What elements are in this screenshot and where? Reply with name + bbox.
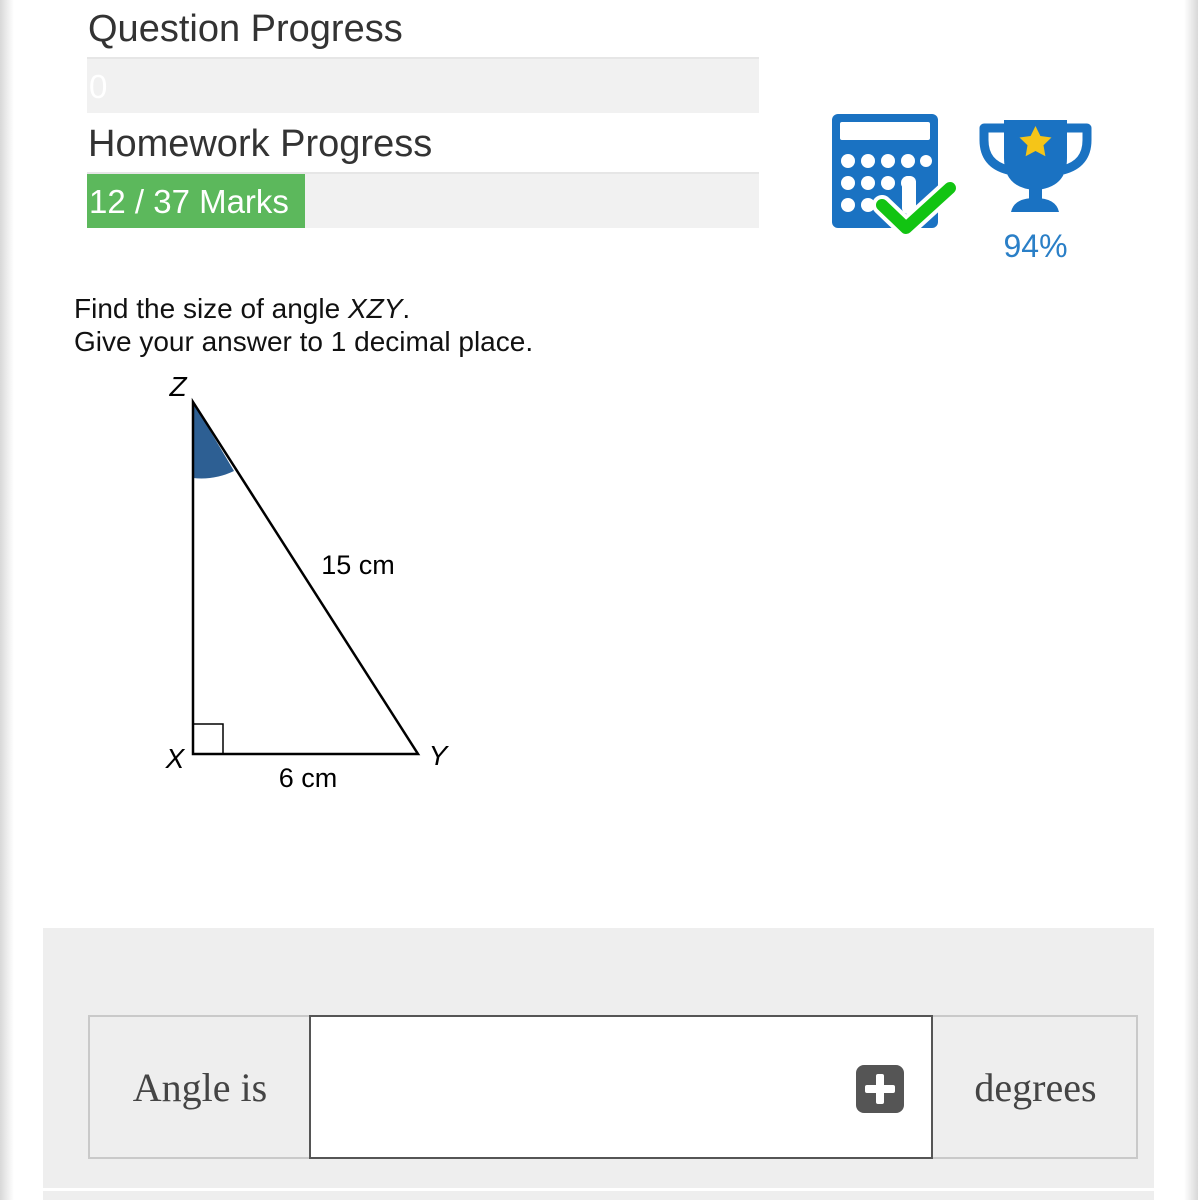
angle-answer-input[interactable]: [321, 1027, 845, 1147]
right-angle-marker: [193, 723, 224, 754]
trophy-star-icon: [979, 120, 1092, 212]
vertex-y-label: Y: [429, 740, 450, 771]
question-line-1-end: .: [402, 293, 411, 324]
calculator-allowed-icon: [832, 114, 960, 238]
homework-progress-bar: 12 / 37 Marks: [87, 172, 759, 228]
angle-name: XZY: [347, 293, 403, 324]
trophy-percent: 94%: [1003, 228, 1068, 264]
answer-panel-divider: [43, 1188, 1154, 1191]
vertex-x-label: X: [165, 743, 186, 774]
question-progress-label: Question Progress: [88, 8, 403, 50]
question-line-1-text: Find the size of angle: [74, 293, 348, 324]
question-progress-bar: 0: [87, 57, 759, 113]
left-edge-shadow: [0, 0, 14, 1200]
vertex-z-label: Z: [168, 371, 187, 402]
right-triangle-diagram: Z X Y 15 cm 6 cm: [165, 371, 450, 793]
base-length-label: 6 cm: [279, 763, 338, 793]
plus-icon[interactable]: [856, 1065, 904, 1113]
homework-question-page: Question Progress 0 Homework Progress 12…: [0, 0, 1198, 1200]
question-text: Find the size of angle XZY. Give your an…: [74, 292, 533, 358]
question-progress-value: 0: [89, 68, 108, 105]
answer-prefix-label: Angle is: [90, 1017, 312, 1157]
right-edge-shadow: [1184, 0, 1198, 1200]
question-line-2: Give your answer to 1 decimal place.: [74, 326, 534, 357]
homework-progress-value: 12 / 37 Marks: [89, 183, 289, 220]
question-line-1: Find the size of angle XZY.: [74, 292, 533, 325]
answer-row: Angle is degrees: [88, 1015, 1138, 1159]
answer-input-cell: [309, 1015, 933, 1159]
homework-progress-label: Homework Progress: [88, 123, 433, 165]
hypotenuse-length-label: 15 cm: [321, 550, 395, 580]
answer-unit-label: degrees: [974, 1064, 1097, 1110]
